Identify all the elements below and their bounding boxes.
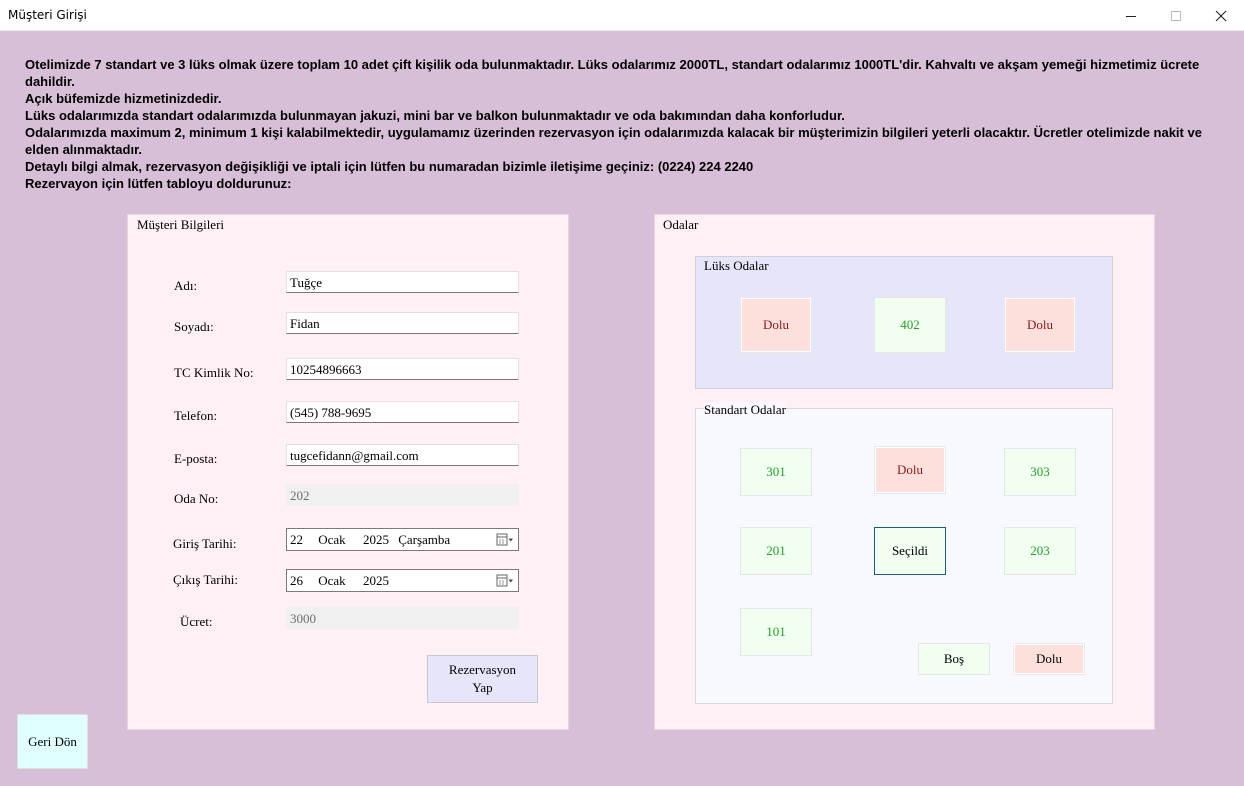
fee-field: 3000: [286, 607, 519, 629]
selected-room-button[interactable]: Seçildi: [874, 527, 946, 575]
rooms-group: Odalar Lüks Odalar Dolu 402 Dolu Standar…: [654, 214, 1155, 730]
checkin-label: Giriş Tarihi:: [173, 536, 237, 551]
last-name-input[interactable]: Fidan: [286, 312, 519, 334]
legend-empty-key: Boş: [918, 643, 990, 675]
checkout-year: 2025: [362, 573, 389, 588]
calendar-dropdown-icon[interactable]: [496, 533, 514, 547]
info-line: Lüks odalarımızda standart odalarımızda …: [25, 108, 845, 123]
info-line: Açık büfemizde hizmetinizdedir.: [25, 91, 222, 106]
last-name-label: Soyadı:: [174, 319, 214, 334]
checkout-month: Ocak: [318, 573, 346, 588]
back-button[interactable]: Geri Dön: [17, 714, 88, 769]
hotel-info-text: Otelimizde 7 standart ve 3 lüks olmak üz…: [25, 56, 1225, 192]
luxury-room-button[interactable]: Dolu: [1004, 297, 1076, 353]
checkout-day: 26: [290, 573, 303, 588]
maximize-button[interactable]: [1153, 0, 1199, 31]
reserve-button-label: Rezervasyon: [448, 662, 517, 677]
checkout-label: Çıkış Tarihi:: [173, 572, 238, 587]
info-line: Odalarımızda maximum 2, minimum 1 kişi k…: [25, 125, 1202, 157]
checkin-month: Ocak: [318, 532, 346, 547]
window-title: Müşteri Girişi: [8, 8, 87, 22]
maximize-icon: [1171, 10, 1181, 21]
close-icon: [1215, 10, 1227, 21]
customer-info-legend: Müşteri Bilgileri: [137, 217, 225, 232]
checkin-weekday: Çarşamba: [398, 532, 451, 547]
luxury-rooms-legend: Lüks Odalar: [704, 258, 769, 273]
checkin-day: 22: [290, 532, 303, 547]
room-number-label: Oda No:: [174, 491, 219, 506]
standard-room-button[interactable]: 303: [1004, 448, 1076, 496]
close-button[interactable]: [1198, 0, 1244, 31]
phone-label: Telefon:: [174, 408, 218, 423]
first-name-input[interactable]: Tuğçe: [286, 271, 519, 293]
checkout-date-picker[interactable]: 26 Ocak 2025: [286, 569, 519, 592]
standard-room-button[interactable]: 203: [1004, 527, 1076, 575]
tc-number-input[interactable]: 10254896663: [286, 358, 519, 380]
tc-number-label: TC Kimlik No:: [174, 365, 254, 380]
standard-room-button[interactable]: Dolu: [874, 446, 946, 494]
title-bar: Müşteri Girişi: [0, 0, 1244, 31]
email-label: E-posta:: [174, 451, 218, 466]
minimize-icon: [1126, 15, 1136, 17]
standard-room-button[interactable]: 101: [740, 608, 812, 656]
standard-rooms-group: Standart Odalar 301 Dolu 303 201 Seçildi…: [695, 402, 1113, 704]
make-reservation-button[interactable]: Rezervasyon Yap: [427, 655, 538, 703]
legend-full-key: Dolu: [1013, 643, 1085, 675]
info-line: Rezervayon için lütfen tabloyu doldurunu…: [25, 176, 292, 191]
customer-info-group: Müşteri Bilgileri Adı: Tuğçe Soyadı: Fid…: [127, 214, 569, 730]
reserve-button-label: Yap: [472, 680, 493, 695]
phone-input[interactable]: (545) 788-9695: [286, 401, 519, 423]
standard-room-button[interactable]: 301: [740, 448, 812, 496]
luxury-room-button[interactable]: Dolu: [740, 297, 812, 353]
info-line: Otelimizde 7 standart ve 3 lüks olmak üz…: [25, 57, 1200, 89]
email-input[interactable]: tugcefidann@gmail.com: [286, 444, 519, 466]
first-name-label: Adı:: [174, 278, 198, 293]
standard-rooms-legend: Standart Odalar: [704, 402, 786, 418]
standard-room-button[interactable]: 201: [740, 527, 812, 575]
minimize-button[interactable]: [1108, 0, 1154, 31]
info-line: Detaylı bilgi almak, rezervasyon değişik…: [25, 159, 754, 174]
calendar-dropdown-icon[interactable]: [496, 574, 514, 588]
checkin-year: 2025: [362, 532, 389, 547]
checkin-date-picker[interactable]: 22 Ocak 2025 Çarşamba: [286, 528, 519, 551]
fee-label: Ücret:: [180, 614, 213, 629]
luxury-rooms-group: Lüks Odalar Dolu 402 Dolu: [695, 256, 1113, 389]
rooms-legend: Odalar: [663, 217, 699, 232]
room-number-field: 202: [286, 484, 519, 506]
luxury-room-button[interactable]: 402: [874, 297, 946, 353]
